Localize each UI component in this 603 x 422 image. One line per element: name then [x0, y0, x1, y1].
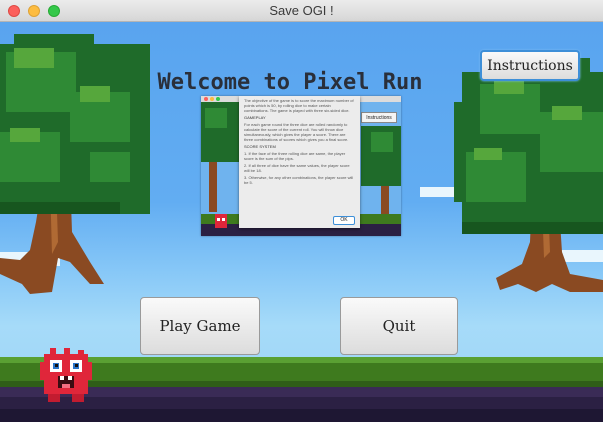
preview-instructions-button: Instructions	[361, 112, 397, 123]
preview-minimize-icon	[210, 97, 214, 101]
mascot-icon	[40, 348, 92, 402]
score-rule-3: 3. Otherwise, for any other combinations…	[244, 175, 354, 185]
instructions-intro: The objective of the game is to score th…	[244, 98, 354, 113]
score-rule-1: 1. If the face of the three rolling dice…	[244, 151, 346, 161]
instructions-button[interactable]: Instructions	[480, 50, 580, 81]
title-bar: Save OGI !	[0, 0, 603, 22]
quit-button[interactable]: Quit	[340, 297, 458, 355]
gameplay-text: For each game round the three dice are r…	[244, 122, 349, 142]
preview-close-icon	[204, 97, 208, 101]
app-window: Save OGI ! Welcome to Pixel Run Instruct…	[0, 0, 603, 422]
play-game-button[interactable]: Play Game	[140, 297, 260, 355]
window-title: Save OGI !	[269, 3, 334, 18]
score-system-heading: SCORE SYSTEM	[244, 144, 276, 149]
gameplay-heading: GAMEPLAY	[244, 115, 266, 120]
instructions-preview: Instructions The objective of the game i…	[201, 96, 401, 236]
ok-button: OK	[333, 216, 355, 225]
preview-maximize-icon	[216, 97, 220, 101]
game-scene: Welcome to Pixel Run Instructions Instru…	[0, 22, 603, 422]
instructions-sheet: The objective of the game is to score th…	[239, 96, 360, 228]
score-rule-2: 2. If all three of dice have the same va…	[244, 163, 350, 173]
